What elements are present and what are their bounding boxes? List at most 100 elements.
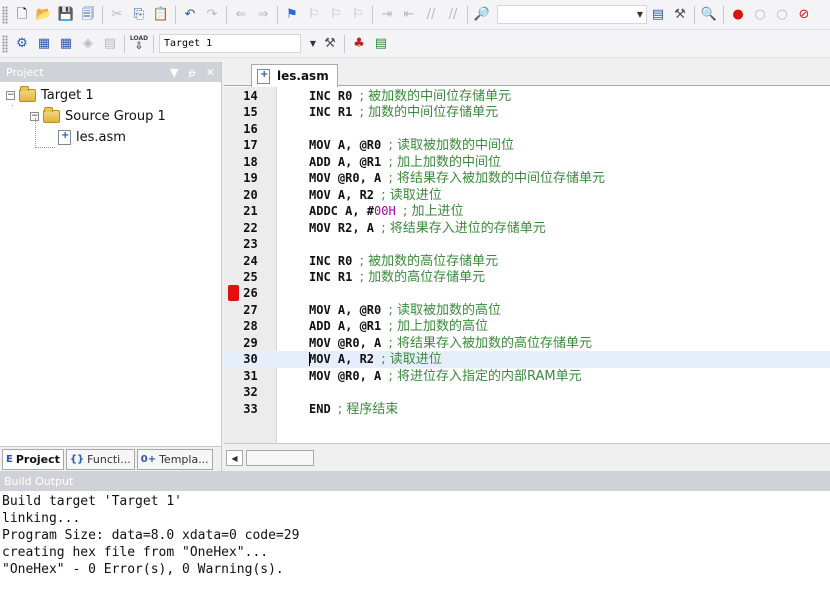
code-line[interactable]: 31 MOV @R0, A ; 将进位存入指定的内部RAM单元 (224, 368, 830, 384)
tab-templates[interactable]: 0+ Templa... (136, 449, 213, 470)
scroll-left-icon[interactable]: ◀ (226, 450, 243, 466)
batch-build-icon[interactable]: ◈ (78, 34, 98, 54)
breakpoint-disable-icon[interactable]: ○ (750, 5, 770, 25)
code-line[interactable]: 33 END ; 程序结束 (224, 401, 830, 417)
comment-icon[interactable]: // (421, 5, 441, 25)
code-comment: ; 加上加数的高位 (388, 319, 488, 335)
code-line[interactable]: 15 INC R1 ; 加数的中间位存储单元 (224, 104, 830, 120)
toolbar-grip[interactable] (2, 34, 8, 53)
bookmark-toggle-icon[interactable]: ⚑ (282, 5, 302, 25)
editor-tabs: les.asm (224, 62, 830, 87)
code-line[interactable]: 30 MOV A, R2 ; 读取进位 (224, 351, 830, 368)
build-icon[interactable]: ▦ (34, 34, 54, 54)
code-instruction: INC R0 (309, 89, 360, 103)
target-select[interactable]: Target 1 (159, 34, 301, 53)
toolbar-grip[interactable] (2, 5, 8, 24)
select-packs-icon[interactable]: ▤ (371, 34, 391, 54)
code-instruction: MOV A, @R0 (309, 138, 389, 153)
config-icon[interactable]: ⚒ (670, 5, 690, 25)
code-line[interactable]: 14 INC R0 ; 被加数的中间位存储单元 (224, 88, 830, 104)
code-line[interactable]: 27 MOV A, @R0 ; 读取被加数的高位 (224, 302, 830, 318)
incremental-find-icon[interactable]: ▤ (648, 5, 668, 25)
tab-functions[interactable]: {} Functi... (65, 449, 135, 470)
chevron-down-icon[interactable]: ▼ (634, 6, 646, 23)
uncomment-icon[interactable]: // (443, 5, 463, 25)
tab-project[interactable]: E Project (2, 449, 64, 470)
navigate-forward-icon[interactable]: ⇒ (253, 5, 273, 25)
code-line[interactable]: 25 INC R1 ; 加数的高位存储单元 (224, 269, 830, 285)
code-text: INC R1 ; 加数的中间位存储单元 (309, 104, 498, 121)
tab-les-asm[interactable]: les.asm (251, 64, 338, 87)
paste-icon[interactable]: 📋 (151, 5, 171, 25)
bookmark-prev-icon[interactable]: ⚐ (304, 5, 324, 25)
code-line[interactable]: 29 MOV @R0, A ; 将结果存入被加数的高位存储单元 (224, 335, 830, 351)
pin-icon[interactable]: ᵽ (188, 66, 195, 79)
bookmark-clear-icon[interactable]: ⚐ (348, 5, 368, 25)
functions-tab-icon: {} (69, 454, 85, 465)
chevron-down-icon[interactable]: ▼ (307, 35, 319, 52)
code-line[interactable]: 32 (224, 384, 830, 400)
collapse-icon[interactable]: − (6, 90, 15, 100)
code-line[interactable]: 28 ADD A, @R1 ; 加上加数的高位 (224, 318, 830, 334)
code-text: INC R0 ; 被加数的高位存储单元 (309, 253, 498, 270)
toolbar-separator (153, 34, 154, 53)
breakpoint-disable-all-icon[interactable]: ○ (772, 5, 792, 25)
indent-icon[interactable]: ⇥ (377, 5, 397, 25)
code-comment: ; 读取进位 (381, 187, 442, 203)
code-line[interactable]: 18 ADD A, @R1 ; 加上加数的中间位 (224, 154, 830, 170)
build-output-line: "OneHex" - 0 Error(s), 0 Warning(s). (2, 562, 284, 577)
templates-tab-icon: 0+ (140, 454, 157, 465)
unindent-icon[interactable]: ⇤ (399, 5, 419, 25)
navigate-back-icon[interactable]: ⇐ (231, 5, 251, 25)
download-icon[interactable]: LOAD ⇩ (129, 34, 149, 54)
cut-icon[interactable]: ✂ (107, 5, 127, 25)
code-line[interactable]: 22 MOV R2, A ; 将结果存入进位的存储单元 (224, 220, 830, 236)
find-in-files-icon[interactable]: 🔎 (472, 5, 492, 25)
rebuild-icon[interactable]: ▦ (56, 34, 76, 54)
line-number: 14 (243, 89, 258, 103)
translate-icon[interactable]: ⚙ (12, 34, 32, 54)
code-line[interactable]: 20 MOV A, R2 ; 读取进位 (224, 187, 830, 203)
stop-build-icon[interactable]: ▤ (100, 34, 120, 54)
code-instruction: ADD A, @R1 (309, 319, 389, 334)
text-caret (309, 352, 310, 367)
code-line[interactable]: 24 INC R0 ; 被加数的高位存储单元 (224, 253, 830, 269)
close-icon[interactable]: ✕ (206, 66, 215, 79)
code-text: MOV A, R2 ; 读取进位 (309, 187, 442, 204)
breakpoint-kill-icon[interactable]: ⊘ (794, 5, 814, 25)
project-tree: − Target 1 − Source Group 1 les.asm (0, 82, 221, 148)
code-line[interactable]: 23 (224, 236, 830, 252)
build-output-text[interactable]: Build target 'Target 1' linking... Program… (0, 491, 830, 578)
code-text: MOV A, R2 ; 读取进位 (309, 351, 442, 368)
scrollbar-thumb[interactable] (246, 450, 314, 466)
tree-item-target[interactable]: − Target 1 (6, 85, 94, 105)
manage-components-icon[interactable]: ♣ (349, 34, 369, 54)
tree-item-file[interactable]: les.asm (58, 127, 126, 147)
code-editor[interactable]: 14 INC R0 ; 被加数的中间位存储单元 15 INC R1 ; 加数的中间位存… (224, 87, 830, 443)
code-comment: ; 加数的高位存储单元 (359, 269, 486, 285)
save-all-icon[interactable]: 🗐 (78, 5, 98, 25)
undo-icon[interactable]: ↶ (180, 5, 200, 25)
code-text: MOV R2, A ; 将结果存入进位的存储单元 (309, 220, 546, 237)
code-line[interactable]: 16 (224, 121, 830, 137)
project-tab-icon: E (6, 454, 13, 465)
breakpoint-insert-icon[interactable]: ● (728, 5, 748, 25)
find-combobox[interactable]: ▼ (497, 5, 647, 24)
bookmark-next-icon[interactable]: ⚐ (326, 5, 346, 25)
copy-icon[interactable]: ⎘ (129, 5, 149, 25)
new-file-icon[interactable]: 🗋 (12, 5, 32, 25)
code-line[interactable]: 17 MOV A, @R0 ; 读取被加数的中间位 (224, 137, 830, 153)
line-number: 30 (243, 352, 258, 367)
horizontal-scrollbar[interactable]: ◀ (224, 443, 830, 471)
code-line[interactable]: 21 ADDC A, #00H ; 加上进位 (224, 203, 830, 219)
save-icon[interactable]: 💾 (56, 5, 76, 25)
redo-icon[interactable]: ↷ (202, 5, 222, 25)
code-line[interactable]: 19 MOV @R0, A ; 将结果存入被加数的中间位存储单元 (224, 170, 830, 186)
build-output-line: Program Size: data=8.0 xdata=0 code=29 (2, 528, 300, 543)
open-folder-icon[interactable]: 📂 (34, 5, 54, 25)
code-comment: ; 被加数的高位存储单元 (359, 253, 499, 269)
pane-menu-icon[interactable]: ▼ (170, 66, 178, 79)
code-line[interactable]: 26 (224, 285, 830, 302)
debug-session-icon[interactable]: 🔍 (699, 5, 719, 25)
target-options-icon[interactable]: ⚒ (320, 34, 340, 54)
